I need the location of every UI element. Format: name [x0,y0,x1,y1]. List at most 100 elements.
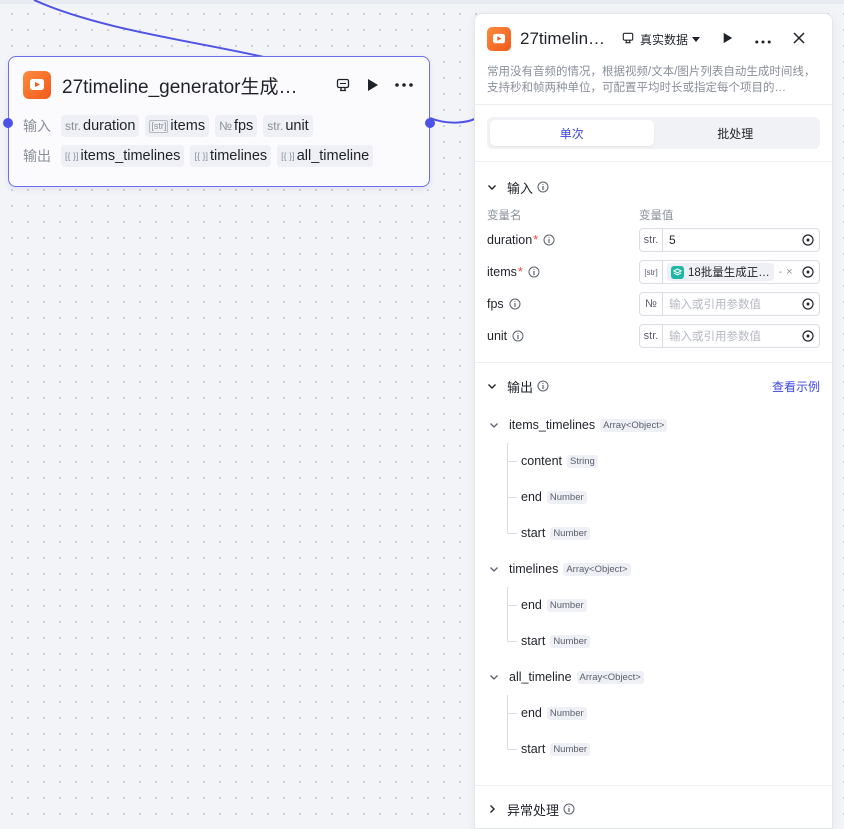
node-input-port[interactable] [3,118,13,128]
tab-single[interactable]: 单次 [490,120,654,146]
reference-chip[interactable]: 18批量生成正… [667,263,774,281]
chevron-down-icon [487,381,501,391]
fps-input[interactable]: № 输入或引用参数值 [639,292,820,316]
edge-outgoing [429,117,477,124]
info-icon[interactable] [512,330,524,342]
info-icon[interactable] [528,266,540,278]
reference-target-icon[interactable] [797,234,819,246]
output-item[interactable]: all_timeline Array<Object> [487,659,820,695]
input-name: unit [487,329,508,343]
chevron-down-icon [487,182,501,192]
close-icon[interactable] [793,31,805,47]
output-child: start Number [487,515,820,551]
info-icon[interactable] [543,234,555,246]
col-variable-value: 变量值 [639,210,674,222]
panel-description: 常用没有音频的情况，根据视频/文本/图片列表自动生成时间线，支持秒和帧两种单位，… [487,66,816,94]
clear-reference-icon[interactable]: × [786,266,792,278]
tab-batch[interactable]: 批处理 [654,120,818,146]
video-app-icon [23,71,51,99]
output-child: start Number [487,623,820,659]
input-columns-header: 变量名 变量值 [475,206,832,224]
type-badge: Array<Object> [600,418,668,432]
required-mark: * [517,265,523,279]
info-icon[interactable] [537,380,549,392]
number-type-icon: № [219,119,232,133]
output-tree: items_timelines Array<Object> content Str… [475,407,832,767]
unit-input[interactable]: str. 输入或引用参数值 [639,324,820,348]
chevron-right-icon [487,804,501,814]
reference-label: 18批量生成正… [688,267,770,279]
type-badge: Number [546,598,587,612]
output-item[interactable]: timelines Array<Object> [487,551,820,587]
type-badge: Number [546,490,587,504]
fps-placeholder: 输入或引用参数值 [669,299,761,311]
node-input-label: 输入 [23,118,51,134]
input-name: fps [487,297,504,311]
object-array-type-icon: [{ }] [194,151,208,161]
info-icon[interactable] [537,181,549,193]
input-row-fps: fps № 输入或引用参数值 [475,288,832,320]
output-item[interactable]: items_timelines Array<Object> [487,407,820,443]
node-input-row: 输入 str. duration [str] items № fps str. unit [9,113,429,139]
str-type-icon: str. [640,229,663,251]
unit-placeholder: 输入或引用参数值 [669,331,761,343]
divider [475,104,832,105]
input-section-header[interactable]: 输入 [475,176,832,198]
exception-section-header[interactable]: 异常处理 [475,798,832,820]
items-reference: 18批量生成正… - × [663,263,797,281]
output-section-header[interactable]: 输出 查看示例 [475,375,832,397]
input-name: duration [487,233,533,247]
items-input[interactable]: [str] 18批量生成正… - × [639,260,820,284]
duration-input[interactable]: str. 5 [639,228,820,252]
required-mark: * [533,233,539,247]
node-output-tag: [{ }] all_timeline [277,145,374,167]
exception-section-title: 异常处理 [507,802,560,818]
node-output-tag: [{ }] timelines [190,145,272,167]
input-section-title: 输入 [507,180,534,196]
test-data-icon[interactable] [336,78,350,92]
type-badge: Array<Object> [563,562,631,576]
view-example-link[interactable]: 查看示例 [772,378,820,395]
str-type-icon: str. [267,119,284,133]
run-icon[interactable] [722,32,733,47]
type-badge: Number [550,634,591,648]
divider [475,785,832,786]
node-title: 27timeline_generator生成… [62,76,298,98]
reference-target-icon[interactable] [797,330,819,342]
node-input-tag: str. duration [61,115,140,137]
chevron-down-icon [489,420,503,430]
divider [475,161,832,162]
data-mode-dropdown[interactable]: 真实数据 [622,31,701,48]
canvas-top-strip [0,0,844,4]
layers-icon [671,265,684,279]
node-output-tag: [{ }] items_timelines [61,145,185,167]
str-type-icon: str. [65,119,82,133]
info-icon[interactable] [563,803,575,815]
info-icon[interactable] [509,298,521,310]
run-icon[interactable] [366,78,379,92]
reference-target-icon[interactable] [797,298,819,310]
data-mode-label: 真实数据 [640,32,689,47]
node-output-port[interactable] [425,118,435,128]
reference-suffix: - [778,266,783,278]
node-input-tag: № fps [215,115,258,137]
output-name: items_timelines [509,418,596,432]
output-name: timelines [509,562,559,576]
video-app-icon [487,27,511,51]
reference-target-icon[interactable] [797,266,819,278]
type-badge: Number [550,526,591,540]
node-output-label: 输出 [23,148,51,164]
str-array-type-icon: [str] [149,119,169,133]
str-type-icon: str. [640,325,663,347]
chevron-down-icon [489,564,503,574]
more-icon[interactable] [755,32,771,47]
node-output-row: 输出 [{ }] items_timelines [{ }] timelines [… [9,143,429,169]
str-array-type-icon: [str] [640,261,663,283]
input-name: items [487,265,517,279]
more-icon[interactable] [395,83,413,87]
output-child: end Number [487,695,820,731]
workflow-node[interactable]: 27timeline_generator生成… 输入 str. duration … [3,56,435,187]
output-child: start Number [487,731,820,767]
object-array-type-icon: [{ }] [281,151,295,161]
output-child: content String [487,443,820,479]
